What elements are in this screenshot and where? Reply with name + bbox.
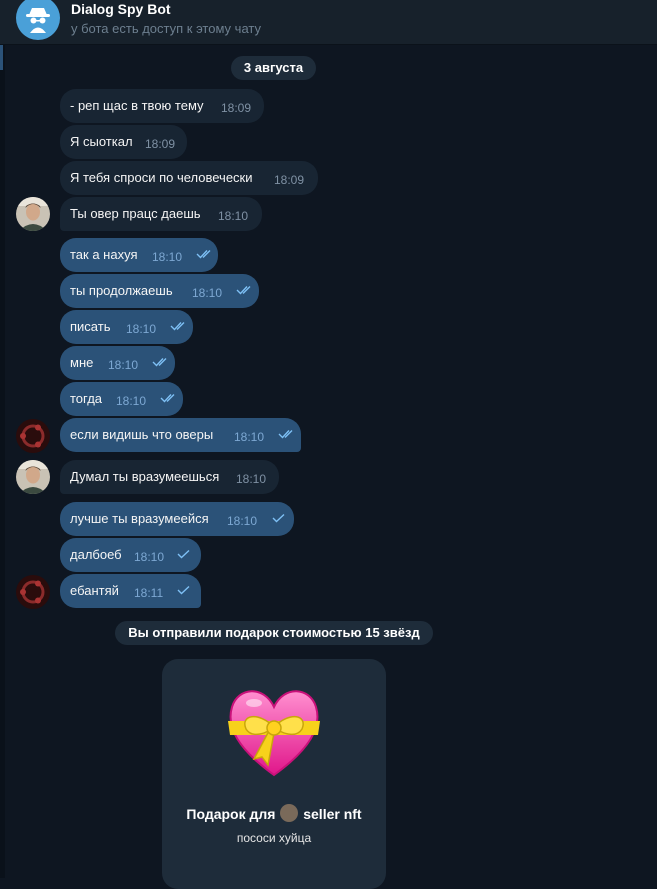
double-check-icon xyxy=(196,250,211,259)
message-text: лучше ты вразумеейся xyxy=(70,511,209,526)
service-message: Вы отправили подарок стоимостью 15 звёзд xyxy=(115,621,433,645)
message-bubble[interactable]: тогда 18:10 xyxy=(60,382,183,416)
message-bubble[interactable]: ебантяй 18:11 xyxy=(60,574,201,608)
message-time: 18:10 xyxy=(234,430,265,444)
gift-message: пососи хуйца xyxy=(236,831,312,845)
message-bubble[interactable]: далбоеб 18:10 xyxy=(60,538,201,572)
message-time: 18:10 xyxy=(152,250,183,264)
message-text: Думал ты вразумеешься xyxy=(70,469,220,484)
message-time: 18:10 xyxy=(134,550,165,564)
message-text: Я сыоткал xyxy=(70,134,133,149)
message-text: - реп щас в твою тему xyxy=(70,98,204,113)
chat-title: Dialog Spy Bot xyxy=(71,1,171,17)
chat-subtitle: у бота есть доступ к этому чату xyxy=(71,21,261,36)
message-time: 18:11 xyxy=(134,586,164,600)
message-text: Я тебя спроси по человечески xyxy=(70,170,253,185)
double-check-icon xyxy=(278,430,293,439)
message-bubble[interactable]: так а нахуя 18:10 xyxy=(60,238,218,272)
message-time: 18:10 xyxy=(192,286,223,300)
message-time: 18:10 xyxy=(236,472,267,486)
ubuntu-logo-icon xyxy=(16,419,50,453)
heart-with-ribbon-icon xyxy=(228,690,320,777)
message-bubble[interactable]: писать 18:10 xyxy=(60,310,193,344)
chat-list-edge xyxy=(0,0,5,878)
message-text: если видишь что оверы xyxy=(70,427,214,442)
message-bubble[interactable]: Думал ты вразумеешься 18:10 xyxy=(60,460,279,494)
double-check-icon xyxy=(152,358,167,367)
date-separator: 3 августа xyxy=(231,56,316,80)
message-time: 18:09 xyxy=(274,173,305,187)
recipient-avatar xyxy=(280,804,299,822)
gift-recipient[interactable]: seller nft xyxy=(303,806,361,822)
message-bubble[interactable]: ты продолжаешь 18:10 xyxy=(60,274,259,308)
message-bubble[interactable]: мне 18:10 xyxy=(60,346,175,380)
check-icon xyxy=(177,549,190,559)
my-avatar[interactable] xyxy=(16,575,50,609)
message-time: 18:09 xyxy=(221,101,252,115)
gift-title: Подарок для seller nft xyxy=(162,804,386,822)
message-text: мне xyxy=(70,355,94,370)
message-time: 18:09 xyxy=(145,137,176,151)
message-text: писать xyxy=(70,319,111,334)
message-text: тогда xyxy=(70,391,103,406)
user-photo-icon xyxy=(16,460,50,494)
message-time: 18:10 xyxy=(108,358,139,372)
double-check-icon xyxy=(170,322,185,331)
sender-avatar[interactable] xyxy=(16,197,50,231)
message-time: 18:10 xyxy=(116,394,147,408)
check-icon xyxy=(272,513,285,523)
message-time: 18:10 xyxy=(218,209,249,223)
double-check-icon xyxy=(236,286,251,295)
my-avatar[interactable] xyxy=(16,419,50,453)
message-bubble[interactable]: лучше ты вразумеейся 18:10 xyxy=(60,502,294,536)
message-time: 18:10 xyxy=(227,514,258,528)
bot-avatar[interactable] xyxy=(16,0,60,40)
message-time: 18:10 xyxy=(126,322,157,336)
spy-icon xyxy=(26,8,50,33)
gift-title-prefix: Подарок для xyxy=(186,806,276,822)
message-text: ты продолжаешь xyxy=(70,283,173,298)
message-bubble[interactable]: если видишь что оверы 18:10 xyxy=(60,418,301,452)
message-text: ебантяй xyxy=(70,583,119,598)
message-text: далбоеб xyxy=(70,547,122,562)
message-text: Ты овер працс даешь xyxy=(70,206,201,221)
ubuntu-logo-icon xyxy=(16,575,50,609)
gift-card[interactable]: Подарок для seller nft пососи хуйца xyxy=(162,659,386,889)
message-bubble[interactable]: Я тебя спроси по человечески 18:09 xyxy=(60,161,318,195)
check-icon xyxy=(177,585,190,595)
chat-header[interactable]: Dialog Spy Bot у бота есть доступ к этом… xyxy=(0,0,657,45)
message-bubble[interactable]: Я сыоткал 18:09 xyxy=(60,125,187,159)
message-text: так а нахуя xyxy=(70,247,138,262)
message-bubble[interactable]: - реп щас в твою тему 18:09 xyxy=(60,89,264,123)
user-photo-icon xyxy=(16,197,50,231)
double-check-icon xyxy=(160,394,175,403)
message-bubble[interactable]: Ты овер працс даешь 18:10 xyxy=(60,197,262,231)
sender-avatar[interactable] xyxy=(16,460,50,494)
